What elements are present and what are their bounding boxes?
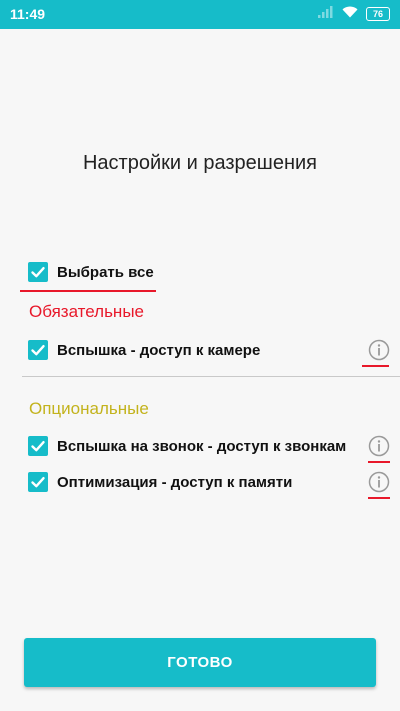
memory-permission-checkbox[interactable]	[28, 472, 48, 492]
status-icons: 76	[318, 5, 390, 23]
status-time: 11:49	[10, 6, 46, 22]
signal-icon	[318, 5, 334, 23]
required-section-title: Обязательные	[29, 302, 144, 321]
section-divider	[22, 376, 400, 377]
info-icon[interactable]	[368, 471, 390, 493]
camera-permission-label: Вспышка - доступ к камере	[57, 341, 261, 359]
done-button[interactable]: ГОТОВО	[24, 638, 376, 687]
page-title: Настройки и разрешения	[82, 152, 317, 174]
annotation-underline	[362, 365, 389, 367]
optional-section-title: Опциональные	[29, 399, 149, 418]
annotation-underline	[368, 497, 390, 499]
info-icon[interactable]	[368, 339, 390, 361]
camera-permission-checkbox[interactable]	[28, 340, 48, 360]
check-icon	[31, 477, 45, 488]
annotation-underline	[368, 461, 390, 463]
battery-icon: 76	[366, 7, 390, 21]
permission-row-memory[interactable]: Оптимизация - доступ к памяти	[28, 472, 292, 492]
annotation-underline	[20, 290, 156, 292]
calls-permission-checkbox[interactable]	[28, 436, 48, 456]
info-icon[interactable]	[368, 435, 390, 457]
check-icon	[31, 267, 45, 278]
check-icon	[31, 441, 45, 452]
select-all-checkbox[interactable]	[28, 262, 48, 282]
permission-row-camera[interactable]: Вспышка - доступ к камере	[28, 340, 260, 360]
select-all-row[interactable]: Выбрать все	[28, 262, 154, 282]
wifi-icon	[342, 5, 358, 23]
status-bar: 11:49 76	[0, 0, 400, 29]
memory-permission-label: Оптимизация - доступ к памяти	[57, 473, 293, 491]
calls-permission-label: Вспышка на звонок - доступ к звонкам	[57, 437, 347, 455]
check-icon	[31, 345, 45, 356]
select-all-label: Выбрать все	[57, 263, 154, 281]
permission-row-calls[interactable]: Вспышка на звонок - доступ к звонкам	[28, 436, 346, 456]
